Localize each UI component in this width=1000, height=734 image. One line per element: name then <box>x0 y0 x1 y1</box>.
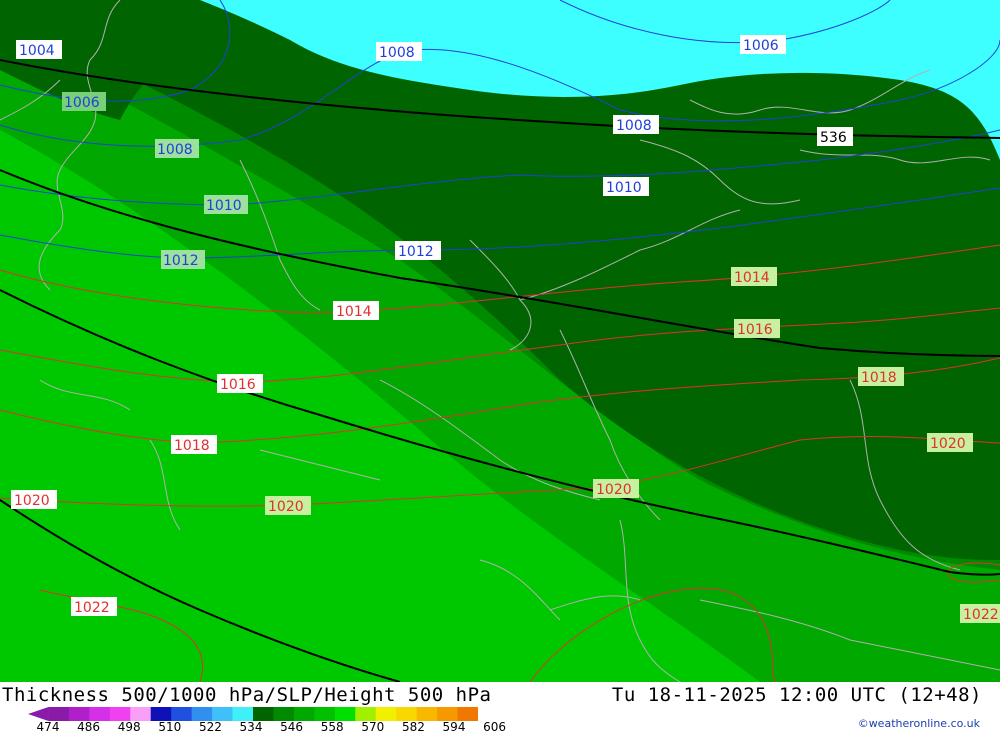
scale-tick-label: 486 <box>77 720 101 734</box>
scale-swatch <box>416 707 438 721</box>
scale-swatch <box>437 707 459 721</box>
scale-swatch <box>150 707 172 721</box>
scale-swatch <box>314 707 336 721</box>
isobar-label-1018: 1018 <box>171 435 217 454</box>
isobar-label-1008: 1008 <box>155 139 199 158</box>
svg-text:1010: 1010 <box>606 180 642 196</box>
scale-swatch <box>232 707 254 721</box>
svg-text:1008: 1008 <box>379 45 415 61</box>
scale-swatch <box>48 707 70 721</box>
scale-swatch <box>273 707 295 721</box>
svg-text:1020: 1020 <box>930 436 966 452</box>
isobar-label-1016: 1016 <box>734 319 780 338</box>
legend-footer: Thickness 500/1000 hPa/SLP/Height 500 hP… <box>0 682 1000 734</box>
scale-tick-label: 594 <box>442 720 466 734</box>
scale-swatch <box>293 707 315 721</box>
isobar-label-1012: 1012 <box>161 250 205 269</box>
scale-swatch <box>212 707 234 721</box>
isobar-label-1010: 1010 <box>204 195 248 214</box>
svg-text:1008: 1008 <box>157 142 193 158</box>
svg-text:1008: 1008 <box>616 118 652 134</box>
svg-text:536: 536 <box>820 130 847 146</box>
svg-text:1020: 1020 <box>268 499 304 515</box>
isobar-label-1018: 1018 <box>858 367 904 386</box>
isobar-label-1022: 1022 <box>960 604 1000 623</box>
scale-swatch <box>396 707 418 721</box>
isobar-label-1022: 1022 <box>71 597 117 616</box>
scale-swatch <box>191 707 213 721</box>
svg-text:1004: 1004 <box>19 43 55 59</box>
scale-swatch <box>457 707 478 721</box>
scale-tick-label: 558 <box>320 720 344 734</box>
scale-tick-label: 510 <box>158 720 182 734</box>
isobar-label-1016: 1016 <box>217 374 263 393</box>
isobar-label-1020: 1020 <box>265 496 311 515</box>
valid-time: Tu 18-11-2025 12:00 UTC (12+48) <box>611 684 982 706</box>
color-scale-bar <box>28 707 478 721</box>
svg-text:1018: 1018 <box>174 438 210 454</box>
scale-swatch <box>89 707 111 721</box>
isobar-label-1006: 1006 <box>740 35 786 54</box>
map-title: Thickness 500/1000 hPa/SLP/Height 500 hP… <box>2 684 492 706</box>
svg-text:1014: 1014 <box>336 304 372 320</box>
scale-swatch <box>109 707 131 721</box>
isobar-label-1008: 1008 <box>376 42 422 61</box>
scale-tick-label: 534 <box>239 720 263 734</box>
isobar-label-1004: 1004 <box>16 40 62 59</box>
isobar-label-1006: 1006 <box>62 92 106 111</box>
svg-text:1022: 1022 <box>963 607 999 623</box>
isobar-label-1020: 1020 <box>11 490 57 509</box>
scale-tick-label: 474 <box>36 720 60 734</box>
scale-arrow-right <box>476 707 478 721</box>
svg-text:1012: 1012 <box>163 253 199 269</box>
isobar-label-1012: 1012 <box>395 241 441 260</box>
svg-text:1006: 1006 <box>743 38 779 54</box>
scale-tick-label: 546 <box>280 720 304 734</box>
scale-swatch <box>171 707 193 721</box>
svg-text:1018: 1018 <box>861 370 897 386</box>
svg-text:1016: 1016 <box>220 377 256 393</box>
scale-tick-label: 570 <box>361 720 385 734</box>
isobar-label-1014: 1014 <box>333 301 379 320</box>
scale-swatch <box>253 707 274 721</box>
isobar-label-1014: 1014 <box>731 267 777 286</box>
svg-text:1016: 1016 <box>737 322 773 338</box>
scale-tick-label: 498 <box>117 720 141 734</box>
svg-text:1012: 1012 <box>398 244 434 260</box>
svg-text:1020: 1020 <box>14 493 50 509</box>
svg-text:1006: 1006 <box>64 95 100 111</box>
isobar-label-1020: 1020 <box>593 479 639 498</box>
svg-text:1022: 1022 <box>74 600 110 616</box>
weather-map: 1004 1006 1006 1008 1008 1008 1010 1010 … <box>0 0 1000 682</box>
scale-tick-label: 522 <box>198 720 222 734</box>
isobar-label-1020: 1020 <box>927 433 973 452</box>
scale-tick-label: 606 <box>483 720 507 734</box>
scale-swatch <box>355 707 377 721</box>
svg-text:1014: 1014 <box>734 270 770 286</box>
isobar-label-1010: 1010 <box>603 177 649 196</box>
scale-swatch <box>68 707 90 721</box>
svg-text:1020: 1020 <box>596 482 632 498</box>
isobar-label-1008: 1008 <box>613 115 659 134</box>
scale-arrow-left <box>28 707 49 721</box>
scale-swatch <box>334 707 356 721</box>
svg-text:1010: 1010 <box>206 198 242 214</box>
scale-swatch <box>375 707 397 721</box>
height-label-536: 536 <box>817 127 853 146</box>
scale-tick-label: 582 <box>401 720 425 734</box>
scale-swatch <box>130 707 152 721</box>
credit-link[interactable]: ©weatheronline.co.uk <box>858 717 980 730</box>
